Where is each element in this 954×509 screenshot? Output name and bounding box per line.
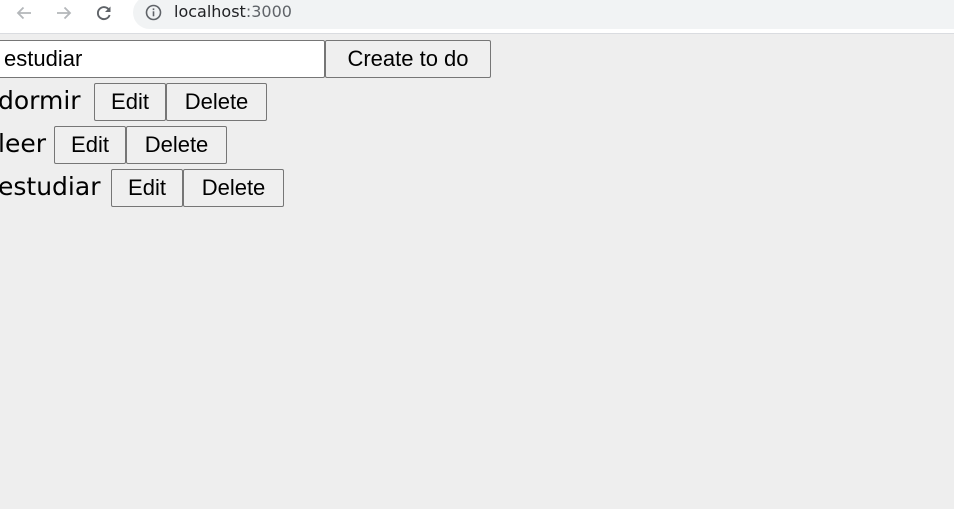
- arrow-right-icon: [57, 6, 72, 20]
- forward-button[interactable]: [48, 0, 80, 26]
- edit-button[interactable]: Edit: [54, 126, 126, 164]
- info-icon[interactable]: [145, 4, 162, 21]
- reload-button[interactable]: [88, 0, 120, 26]
- arrow-left-icon: [16, 6, 31, 20]
- create-todo-button[interactable]: Create to do: [325, 40, 491, 78]
- page-content: Create to do dormir Edit Delete leer Edi…: [0, 35, 954, 509]
- todo-text: leer: [0, 129, 46, 158]
- url-port: :3000: [245, 2, 292, 21]
- delete-button[interactable]: Delete: [183, 169, 284, 207]
- edit-button[interactable]: Edit: [94, 83, 166, 121]
- url-text: localhost:3000: [174, 2, 292, 22]
- edit-button[interactable]: Edit: [111, 169, 183, 207]
- todo-input[interactable]: [0, 40, 325, 78]
- todo-text: estudiar: [0, 172, 101, 201]
- url-host: localhost: [174, 2, 246, 21]
- address-bar[interactable]: localhost:3000: [133, 0, 954, 29]
- reload-icon: [97, 6, 111, 21]
- back-button[interactable]: [8, 0, 40, 26]
- browser-toolbar: localhost:3000: [0, 0, 954, 34]
- todo-text: dormir: [0, 86, 81, 115]
- delete-button[interactable]: Delete: [126, 126, 227, 164]
- delete-button[interactable]: Delete: [166, 83, 267, 121]
